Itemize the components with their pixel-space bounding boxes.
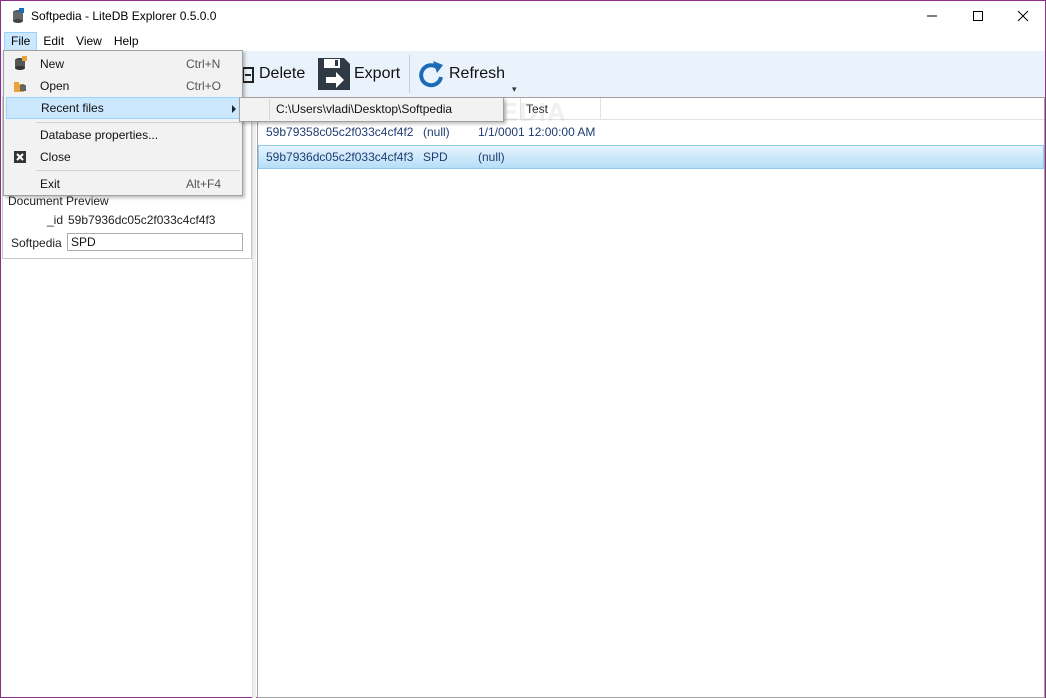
id-field-label: _id	[47, 213, 64, 227]
delete-icon	[242, 67, 254, 83]
submenu-arrow-icon	[232, 105, 236, 113]
menu-item-open[interactable]: Open Ctrl+O	[6, 75, 240, 97]
menu-item-label: Recent files	[41, 101, 104, 115]
cell-id: 59b79358c05c2f033c4cf4f2	[266, 125, 414, 139]
menu-item-shortcut: Ctrl+N	[186, 57, 221, 71]
toolbar-overflow-icon[interactable]: ▾	[512, 84, 517, 95]
delete-button[interactable]: Delete	[241, 55, 305, 93]
save-disk-icon	[318, 58, 350, 90]
delete-label: Delete	[259, 65, 306, 82]
menu-item-database-properties[interactable]: Database properties...	[6, 124, 240, 146]
cell-softpedia: SPD	[423, 150, 448, 164]
cell-test: (null)	[478, 150, 505, 164]
submenu-separator	[269, 99, 270, 120]
id-field-value: 59b7936dc05c2f033c4cf4f3	[68, 213, 216, 227]
refresh-button[interactable]: Refresh	[417, 55, 505, 93]
maximize-button[interactable]	[955, 1, 1001, 31]
menu-item-label: Database properties...	[40, 128, 159, 142]
window-title: Softpedia - LiteDB Explorer 0.5.0.0	[31, 9, 217, 23]
maximize-icon	[973, 11, 983, 21]
recent-files-submenu: C:\Users\vladi\Desktop\Softpedia	[239, 97, 504, 122]
close-db-icon	[14, 151, 26, 163]
minimize-icon	[927, 15, 937, 17]
menu-item-shortcut: Ctrl+O	[186, 79, 222, 93]
documents-grid: Test 59b79358c05c2f033c4cf4f2 (null) 1/1…	[257, 97, 1045, 698]
title-bar: Softpedia - LiteDB Explorer 0.5.0.0	[1, 1, 1045, 31]
menu-item-label: Exit	[40, 177, 61, 191]
menu-view[interactable]: View	[70, 32, 108, 51]
menu-item-new[interactable]: New Ctrl+N	[6, 53, 240, 75]
menu-item-label: Open	[40, 79, 70, 93]
close-window-button[interactable]	[1000, 1, 1046, 31]
menu-file[interactable]: File	[4, 31, 38, 51]
softpedia-field-input[interactable]	[67, 233, 243, 251]
softpedia-field-label: Softpedia	[11, 236, 62, 250]
export-button[interactable]: Export	[317, 55, 400, 93]
table-row[interactable]: 59b79358c05c2f033c4cf4f2 (null) 1/1/0001…	[258, 120, 1044, 144]
menu-item-recent-files[interactable]: Recent files	[6, 97, 240, 119]
menu-help[interactable]: Help	[108, 32, 145, 51]
menu-edit[interactable]: Edit	[37, 32, 70, 51]
minimize-button[interactable]	[909, 1, 955, 31]
cell-id: 59b7936dc05c2f033c4cf4f3	[266, 150, 414, 164]
menu-separator	[36, 170, 240, 171]
menu-item-label: New	[40, 57, 65, 71]
new-db-icon	[15, 56, 27, 70]
recent-file-item[interactable]: C:\Users\vladi\Desktop\Softpedia	[276, 98, 452, 120]
close-icon	[1017, 10, 1029, 22]
menu-item-label: Close	[40, 150, 71, 164]
toolbar-separator	[409, 55, 410, 93]
app-logo-icon	[13, 8, 24, 23]
open-db-icon	[14, 82, 26, 92]
menu-item-shortcut: Alt+F4	[186, 177, 222, 191]
panel-splitter[interactable]	[252, 97, 256, 698]
menu-bar: File Edit View Help	[1, 31, 1045, 51]
menu-item-close[interactable]: Close	[6, 146, 240, 168]
menu-item-exit[interactable]: Exit Alt+F4	[6, 173, 240, 195]
menu-separator	[36, 122, 240, 123]
refresh-icon	[419, 61, 443, 88]
refresh-label: Refresh	[449, 65, 506, 82]
preview-title: Document Preview	[8, 194, 109, 208]
export-label: Export	[354, 65, 401, 82]
table-row-selected[interactable]: 59b7936dc05c2f033c4cf4f3 SPD (null)	[258, 145, 1044, 169]
app-window: Softpedia - LiteDB Explorer 0.5.0.0 File…	[0, 0, 1046, 698]
file-menu-dropdown: New Ctrl+N Open Ctrl+O Recent files Data…	[3, 50, 243, 196]
